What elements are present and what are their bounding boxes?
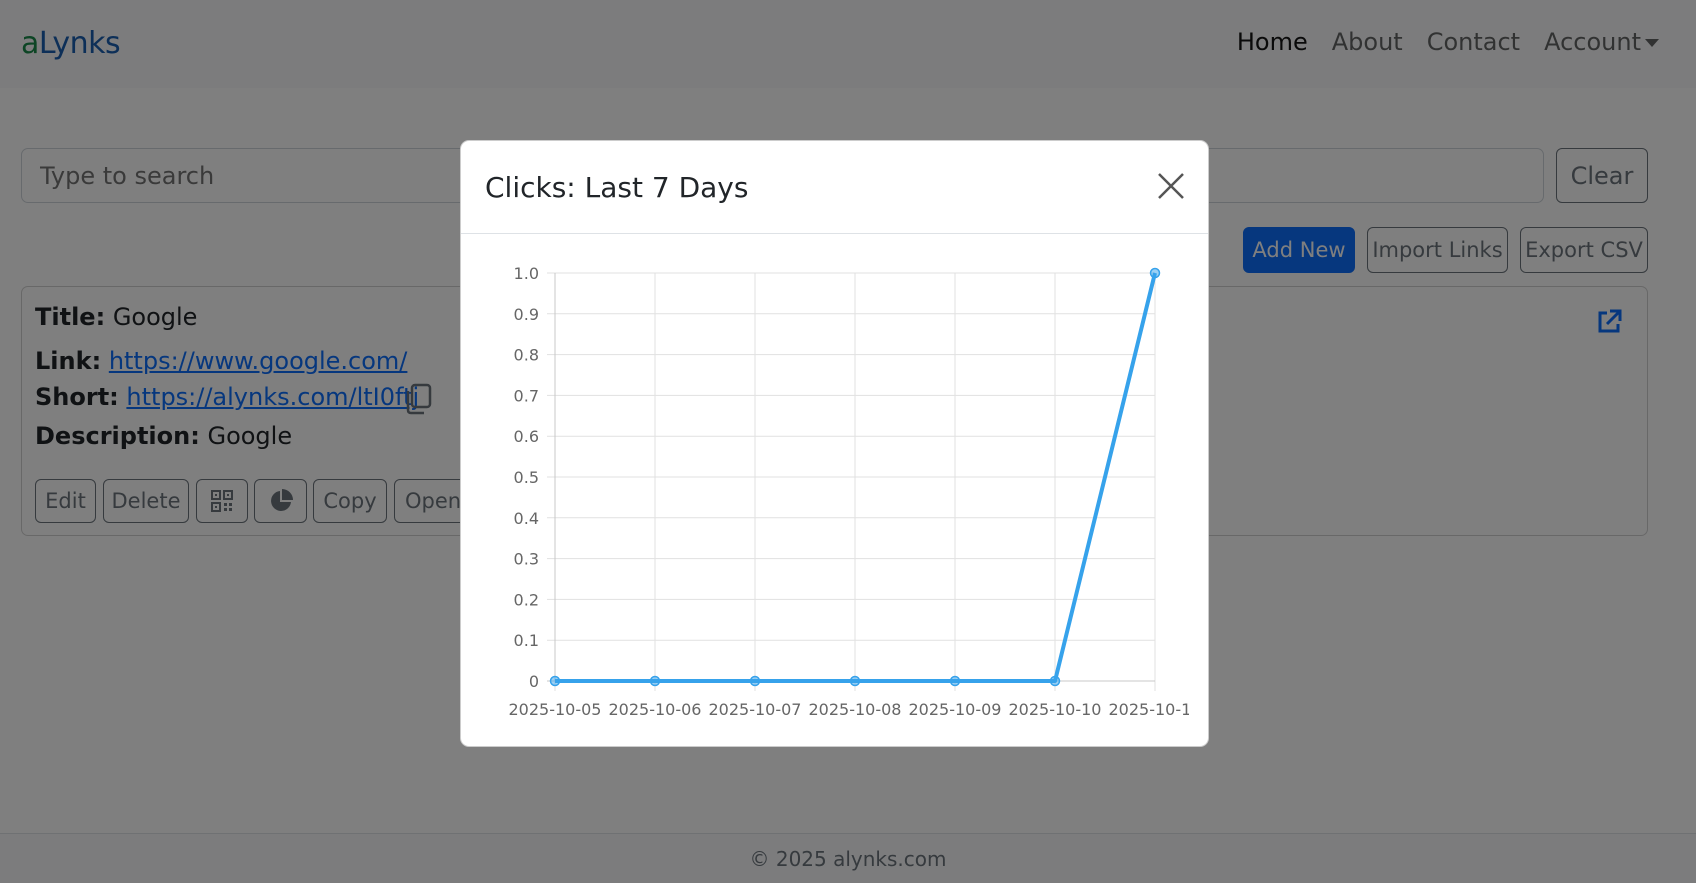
x-tick-label: 2025-10-06 (609, 700, 702, 719)
y-tick-label: 0.3 (514, 550, 539, 569)
x-tick-label: 2025-10-09 (909, 700, 1002, 719)
data-point[interactable] (549, 675, 561, 687)
x-tick-label: 2025-10-07 (709, 700, 802, 719)
y-tick-label: 0.9 (514, 305, 539, 324)
data-point[interactable] (949, 675, 961, 687)
y-tick-label: 0 (529, 672, 539, 691)
y-tick-label: 0.7 (514, 386, 539, 405)
y-tick-label: 0.8 (514, 346, 539, 365)
x-tick-label: 2025-10-10 (1009, 700, 1102, 719)
clicks-line-chart: 0 0.1 0.2 0.3 0.4 0.5 0.6 0.7 0.8 0.9 1.0 2025-10-0… (509, 264, 1189, 719)
y-tick-label: 0.2 (514, 590, 539, 609)
clicks-modal: Clicks: Last 7 Days 0 0.1 0.2 0.3 0.4 0.5 0.6 0… (460, 140, 1209, 747)
y-tick-label: 1.0 (514, 264, 539, 283)
modal-title: Clicks: Last 7 Days (485, 171, 749, 204)
y-tick-label: 0.1 (514, 631, 539, 650)
data-point[interactable] (1149, 267, 1161, 279)
y-tick-label: 0.5 (514, 468, 539, 487)
x-tick-label: 2025-10-05 (509, 700, 602, 719)
x-tick-label: 2025-10-08 (809, 700, 902, 719)
data-point[interactable] (1049, 675, 1061, 687)
modal-header: Clicks: Last 7 Days (461, 141, 1208, 234)
data-point[interactable] (849, 675, 861, 687)
data-point[interactable] (649, 675, 661, 687)
x-tick-label: 2025-10-11 (1109, 700, 1189, 719)
data-point[interactable] (749, 675, 761, 687)
y-tick-label: 0.4 (514, 509, 539, 528)
close-icon[interactable] (1156, 171, 1186, 201)
y-tick-label: 0.6 (514, 427, 539, 446)
